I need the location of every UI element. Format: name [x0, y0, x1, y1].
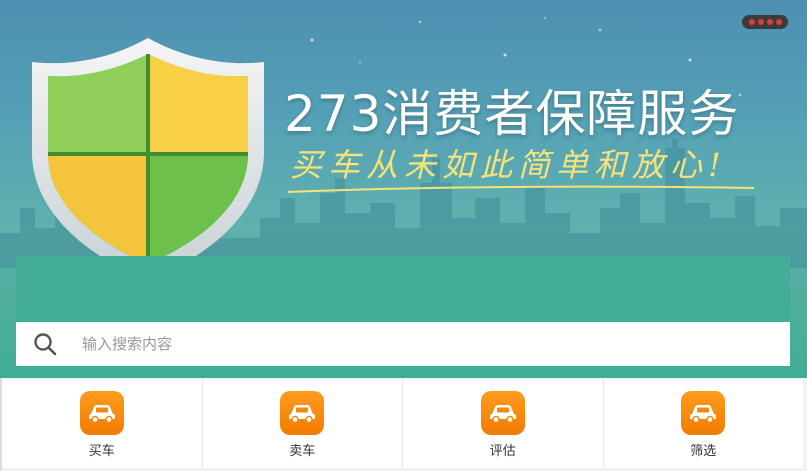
nav-label: 评估	[489, 444, 516, 459]
nav-item-evaluate[interactable]: 评估	[403, 379, 604, 468]
nav-label: 卖车	[289, 444, 316, 459]
carousel-dots[interactable]	[742, 15, 788, 29]
nav-item-filter[interactable]: 筛选	[604, 379, 804, 468]
quick-nav: 买车 卖车 评估 筛选	[2, 379, 803, 468]
nav-item-buy-car[interactable]: 买车	[2, 379, 203, 468]
nav-label: 筛选	[690, 444, 717, 459]
carousel-dot[interactable]	[748, 19, 755, 25]
search-input[interactable]	[80, 334, 764, 354]
nav-item-sell-car[interactable]: 卖车	[203, 379, 403, 468]
car-icon	[79, 391, 124, 435]
nav-label: 买车	[88, 444, 115, 459]
banner-slogan: 买车从未如此简单和放心!	[290, 146, 727, 184]
search-icon[interactable]	[32, 331, 58, 357]
shield-logo	[32, 38, 264, 280]
slogan-underline	[287, 185, 755, 193]
car-icon	[480, 391, 525, 435]
carousel-dot[interactable]	[757, 19, 764, 25]
carousel-dot[interactable]	[766, 19, 773, 25]
banner-title: 273消费者保障服务	[284, 85, 740, 143]
car-icon	[681, 391, 726, 435]
search-bar[interactable]	[16, 322, 790, 366]
carousel-dot[interactable]	[775, 19, 782, 25]
car-icon	[280, 391, 325, 435]
search-band	[16, 256, 790, 322]
